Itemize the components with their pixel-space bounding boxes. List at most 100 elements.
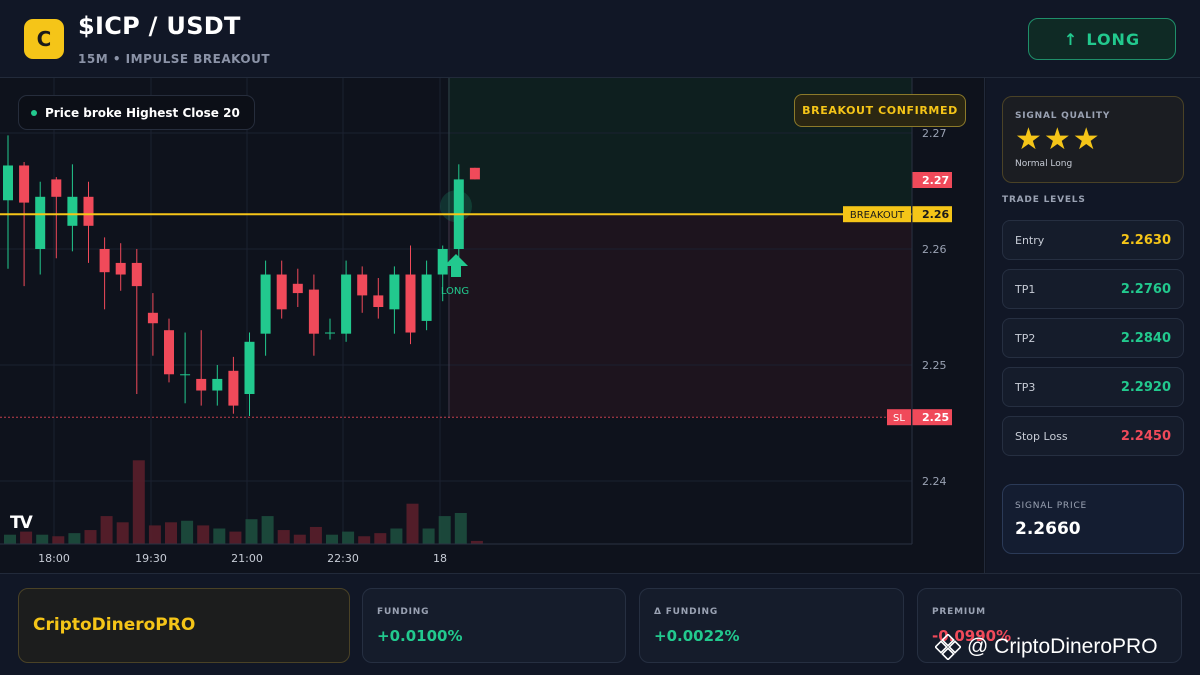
volume-bar	[422, 528, 435, 544]
volume-bar	[358, 536, 371, 544]
breakout-confirmed-badge: BREAKOUT CONFIRMED	[794, 94, 966, 127]
funding-card: FUNDING +0.0100%	[362, 588, 626, 663]
breakout-note: Price broke Highest Close 20	[18, 95, 255, 130]
signal-quality-subtitle: Normal Long	[1015, 159, 1073, 169]
signal-price-title: SIGNAL PRICE	[1015, 501, 1088, 511]
time-axis-label: 19:30	[135, 552, 167, 565]
breakout-note-text: Price broke Highest Close 20	[45, 105, 240, 120]
volume-bar	[181, 520, 194, 544]
risk-zone	[448, 214, 912, 418]
level-entry: Entry 2.2630	[1002, 220, 1184, 260]
price-axis-label: 2.24	[922, 475, 947, 488]
volume-bar	[438, 516, 451, 544]
volume-bar	[36, 534, 49, 544]
funding-value: +0.0100%	[377, 627, 463, 645]
candle-body	[421, 274, 432, 321]
candle-body	[405, 274, 416, 333]
candle-body	[131, 262, 142, 287]
sl-price-value: 2.25	[922, 411, 949, 424]
level-tp2: TP2 2.2840	[1002, 318, 1184, 358]
app-logo: C	[24, 19, 64, 59]
volume-bar	[406, 503, 419, 544]
candle-body	[99, 249, 110, 273]
candle-body	[228, 370, 239, 406]
level-label: Entry	[1015, 234, 1045, 247]
signal-quality-card: SIGNAL QUALITY ★★★ Normal Long	[1002, 96, 1184, 183]
candle-body	[147, 312, 158, 324]
premium-title: PREMIUM	[932, 607, 986, 617]
candle-body	[469, 167, 480, 180]
candle-body	[341, 274, 352, 334]
candle-body	[212, 378, 223, 391]
volume-bar	[213, 528, 226, 544]
candle-body	[19, 165, 30, 203]
level-label: TP1	[1015, 283, 1036, 296]
volume-bar	[148, 525, 161, 544]
volume-bar	[52, 536, 65, 544]
delta-funding-value: +0.0022%	[654, 627, 740, 645]
candle-body	[389, 274, 400, 310]
level-value: 2.2920	[1120, 380, 1171, 395]
candle-body	[115, 262, 126, 275]
volume-bar	[116, 522, 129, 544]
last-price-value: 2.27	[922, 174, 949, 187]
level-tp1: TP1 2.2760	[1002, 269, 1184, 309]
volume-bar	[454, 513, 467, 544]
sl-tag-label: SL	[893, 413, 905, 424]
candle-body	[51, 179, 62, 197]
volume-bar	[309, 526, 322, 544]
volume-bar	[390, 528, 403, 544]
brand-card: CriptoDineroPRO	[18, 588, 350, 663]
funding-title: FUNDING	[377, 607, 430, 617]
level-tp3: TP3 2.2920	[1002, 367, 1184, 407]
watermark: @ CriptoDineroPRO	[935, 634, 1158, 660]
volume-bar	[84, 530, 97, 544]
price-axis-label: 2.26	[922, 243, 947, 256]
long-marker-label: LONG	[441, 286, 469, 297]
volume-bar	[277, 530, 290, 544]
time-axis-label: 21:00	[231, 552, 263, 565]
breakout-tag-label: BREAKOUT	[850, 210, 905, 221]
header: C $ICP / USDT 15M • IMPULSE BREAKOUT ↑ L…	[0, 0, 1200, 78]
volume-bar	[342, 531, 355, 544]
chart-panel[interactable]: LONG 2.27 2.26 2.25 2.24 2.27 BREAKOUT 2.26 SL 2.…	[0, 78, 985, 573]
candle-body	[35, 196, 46, 249]
candle-body	[180, 374, 191, 376]
volume-bar	[374, 533, 387, 544]
volume-bar	[4, 534, 16, 544]
level-label: Stop Loss	[1015, 430, 1068, 443]
binance-icon	[935, 634, 961, 660]
volume-bar	[229, 531, 242, 544]
signal-side-panel: SIGNAL QUALITY ★★★ Normal Long TRADE LEV…	[986, 78, 1200, 573]
long-button[interactable]: ↑ LONG	[1028, 18, 1176, 60]
trade-levels-title: TRADE LEVELS	[1002, 195, 1086, 205]
candle-body	[67, 196, 78, 226]
candle-body	[3, 165, 13, 201]
time-axis-label: 18:00	[38, 552, 70, 565]
candlestick-chart[interactable]: LONG 2.27 2.26 2.25 2.24 2.27 BREAKOUT 2.26 SL 2.…	[0, 78, 985, 573]
tradingview-logo[interactable]: TV	[10, 513, 46, 533]
signal-price-value: 2.2660	[1015, 519, 1081, 539]
star-rating-icons: ★★★	[1015, 122, 1102, 157]
signal-quality-title: SIGNAL QUALITY	[1015, 111, 1111, 121]
breakout-price-value: 2.26	[922, 208, 949, 221]
volume-bar	[261, 516, 274, 544]
volume-bar	[245, 519, 258, 544]
level-label: TP2	[1015, 332, 1036, 345]
candle-body	[260, 274, 271, 334]
level-value: 2.2630	[1120, 233, 1171, 248]
timeframe-subtitle: 15M • IMPULSE BREAKOUT	[78, 52, 271, 66]
delta-funding-title: Δ FUNDING	[654, 607, 719, 617]
candle-body	[325, 332, 335, 334]
level-value: 2.2450	[1120, 429, 1171, 444]
volume-bar	[20, 531, 33, 544]
price-axis-label: 2.25	[922, 359, 947, 372]
signal-price-card: SIGNAL PRICE 2.2660	[1002, 484, 1184, 554]
candle-body	[437, 249, 448, 275]
candle-body	[244, 341, 255, 394]
candle-body	[196, 378, 207, 391]
pair-title: $ICP / USDT	[78, 12, 241, 40]
status-dot-icon	[31, 109, 37, 116]
candle-body	[373, 295, 384, 307]
volume-bar	[68, 533, 81, 544]
